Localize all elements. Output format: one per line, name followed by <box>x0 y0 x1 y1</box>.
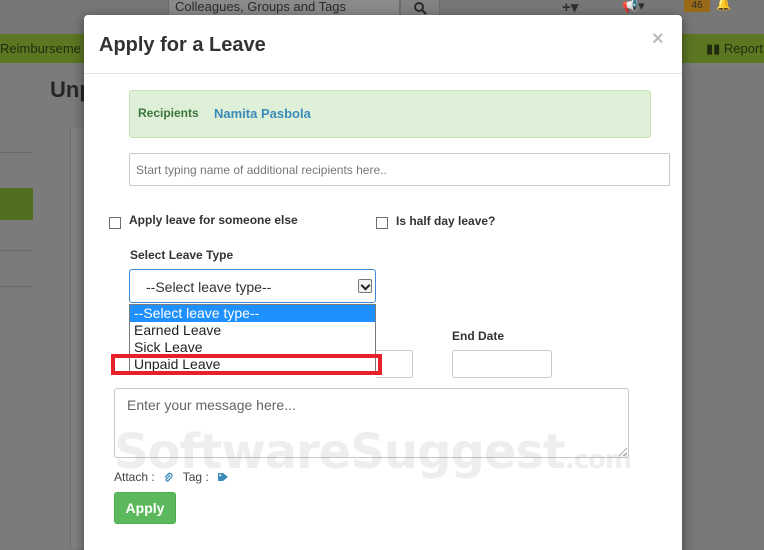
content-panel-edge <box>70 128 84 548</box>
nav-item-report[interactable]: ▮▮ Report <box>706 41 763 57</box>
right-panel <box>682 70 764 550</box>
recipient-name[interactable]: Namita Pasbola <box>214 106 311 121</box>
megaphone-icon[interactable]: 📢▾ <box>622 0 645 14</box>
leave-type-option[interactable]: Earned Leave <box>130 322 375 339</box>
recipients-label: Recipients <box>138 106 199 120</box>
tag-label: Tag : <box>182 470 209 484</box>
chevron-down-icon[interactable] <box>358 279 372 293</box>
bell-icon[interactable]: 🔔 <box>716 0 731 11</box>
half-day-label: Is half day leave? <box>396 214 496 228</box>
apply-for-someone-else-checkbox[interactable] <box>109 217 121 229</box>
sidebar-item-active[interactable] <box>0 188 33 220</box>
end-date-input[interactable] <box>452 350 552 378</box>
sidebar-divider <box>0 152 33 153</box>
attach-label: Attach : <box>114 470 155 484</box>
attach-tag-row: Attach : Tag : <box>114 470 229 484</box>
apply-for-someone-else-label: Apply leave for someone else <box>129 213 298 227</box>
modal-header: Apply for a Leave × <box>84 15 682 74</box>
bar-chart-icon: ▮▮ <box>706 41 724 56</box>
leave-type-option[interactable]: --Select leave type-- <box>130 305 375 322</box>
search-icon <box>413 2 427 15</box>
notification-badge[interactable]: 46 <box>684 0 710 12</box>
tag-icon[interactable] <box>217 472 229 482</box>
leave-type-selected-value: --Select leave type-- <box>146 279 272 295</box>
leave-type-select[interactable]: --Select leave type-- <box>129 269 376 303</box>
sidebar-divider <box>0 286 33 287</box>
nav-item-reimbursement[interactable]: Reimburseme <box>0 41 81 56</box>
sidebar-divider <box>0 250 33 251</box>
nav-item-report-label: Report <box>723 41 763 56</box>
add-menu-icon[interactable]: +▾ <box>562 0 578 16</box>
apply-button[interactable]: Apply <box>114 492 176 524</box>
close-icon[interactable]: × <box>652 28 664 51</box>
paperclip-icon[interactable] <box>163 472 173 483</box>
modal-title: Apply for a Leave <box>99 34 266 56</box>
apply-leave-modal: Apply for a Leave × Recipients Namita Pa… <box>84 15 682 550</box>
half-day-checkbox[interactable] <box>376 217 388 229</box>
highlight-annotation <box>111 354 382 375</box>
end-date-label: End Date <box>452 329 505 343</box>
recipients-box: Recipients Namita Pasbola <box>129 90 651 138</box>
resize-grip-icon[interactable] <box>619 448 627 456</box>
message-textarea[interactable] <box>114 388 629 458</box>
additional-recipients-input[interactable] <box>129 153 670 186</box>
leave-type-label: Select Leave Type <box>130 248 234 262</box>
